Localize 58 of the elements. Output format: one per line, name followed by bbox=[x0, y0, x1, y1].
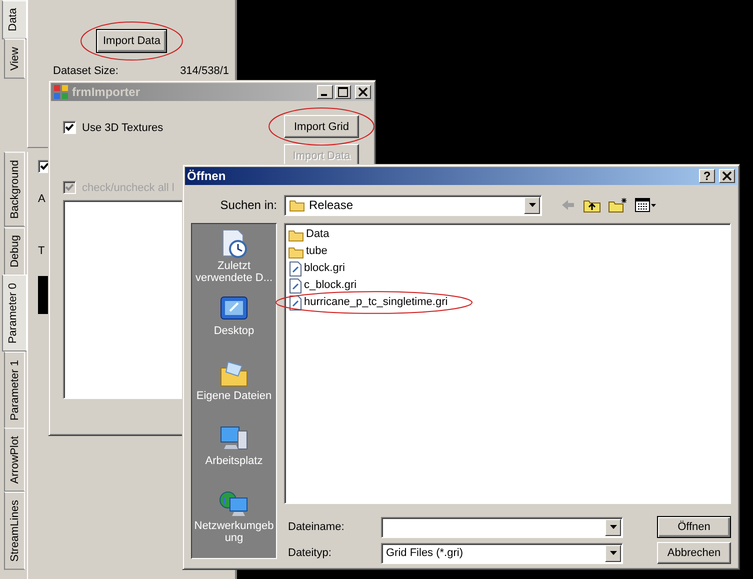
place-label[interactable]: Netzwerkumgeb ung bbox=[192, 520, 276, 544]
window-title: Öffnen bbox=[187, 169, 227, 183]
side-tab[interactable]: ArrowPlot bbox=[4, 428, 25, 492]
file-name[interactable]: tube bbox=[306, 245, 328, 258]
side-tab[interactable]: View bbox=[4, 39, 25, 79]
side-tab[interactable]: Background bbox=[4, 152, 25, 227]
help-button[interactable]: ? bbox=[699, 169, 715, 183]
checkbox[interactable] bbox=[38, 160, 48, 173]
checkbox[interactable] bbox=[63, 121, 76, 134]
import-grid-button[interactable]: Import Grid bbox=[284, 115, 359, 138]
minimize-button[interactable] bbox=[317, 85, 333, 99]
filename-field[interactable] bbox=[381, 516, 623, 538]
file-icon[interactable] bbox=[288, 278, 302, 294]
color-swatch bbox=[38, 276, 48, 314]
file-type-label: Dateityp: bbox=[287, 547, 332, 559]
filename-label: Dateiname: bbox=[287, 521, 346, 533]
close-button[interactable] bbox=[355, 85, 371, 99]
parameter-label: T bbox=[38, 245, 46, 257]
folder-icon[interactable] bbox=[288, 244, 304, 258]
side-tab[interactable]: Parameter 1 bbox=[4, 352, 25, 428]
place-label[interactable]: Zuletzt verwendete D... bbox=[192, 260, 276, 284]
dataset-size-label: Dataset Size: bbox=[53, 65, 118, 77]
dropdown-button[interactable] bbox=[524, 196, 540, 214]
side-tab[interactable]: Debug bbox=[4, 226, 25, 276]
look-in-label: Suchen in: bbox=[219, 198, 277, 212]
dropdown-button[interactable] bbox=[605, 544, 621, 562]
side-tab[interactable]: StreamLines bbox=[4, 492, 25, 570]
app-icon bbox=[53, 84, 69, 100]
caret-icon bbox=[610, 525, 616, 529]
side-tab[interactable]: Data bbox=[2, 0, 27, 40]
view-menu-icon[interactable] bbox=[635, 197, 657, 213]
dataset-size-value: 314/538/1 bbox=[180, 65, 229, 77]
cancel-button[interactable]: Abbrechen bbox=[657, 542, 731, 564]
new-folder-icon[interactable] bbox=[608, 197, 628, 213]
caret-icon bbox=[528, 203, 536, 207]
import-data-button[interactable]: Import Data bbox=[96, 29, 168, 53]
caret-icon bbox=[610, 551, 616, 555]
file-name[interactable]: block.gri bbox=[304, 262, 345, 275]
dropdown-button[interactable] bbox=[605, 518, 621, 536]
file-icon[interactable] bbox=[288, 260, 302, 276]
file-icon[interactable] bbox=[288, 294, 302, 310]
place-label[interactable]: Desktop bbox=[214, 325, 254, 337]
open-button[interactable]: Öffnen bbox=[657, 516, 731, 538]
file-type-dropdown[interactable]: Grid Files (*.gri) bbox=[381, 542, 623, 564]
side-tab[interactable]: Parameter 0 bbox=[2, 275, 27, 352]
place-label[interactable]: Arbeitsplatz bbox=[205, 455, 263, 467]
folder-icon[interactable] bbox=[288, 228, 304, 242]
checkbox-label[interactable]: Use 3D Textures bbox=[82, 122, 164, 134]
folder-icon bbox=[289, 198, 305, 212]
close-button[interactable] bbox=[719, 169, 735, 183]
minimize-icon bbox=[321, 94, 327, 96]
list-box[interactable] bbox=[63, 200, 185, 399]
look-in-dropdown[interactable]: Release bbox=[284, 194, 542, 216]
file-name[interactable]: c_block.gri bbox=[304, 279, 357, 292]
window-title: frmImporter bbox=[72, 85, 142, 99]
place-label[interactable]: Eigene Dateien bbox=[196, 390, 272, 402]
file-name[interactable]: Data bbox=[306, 228, 330, 241]
maximize-button[interactable] bbox=[335, 85, 351, 99]
